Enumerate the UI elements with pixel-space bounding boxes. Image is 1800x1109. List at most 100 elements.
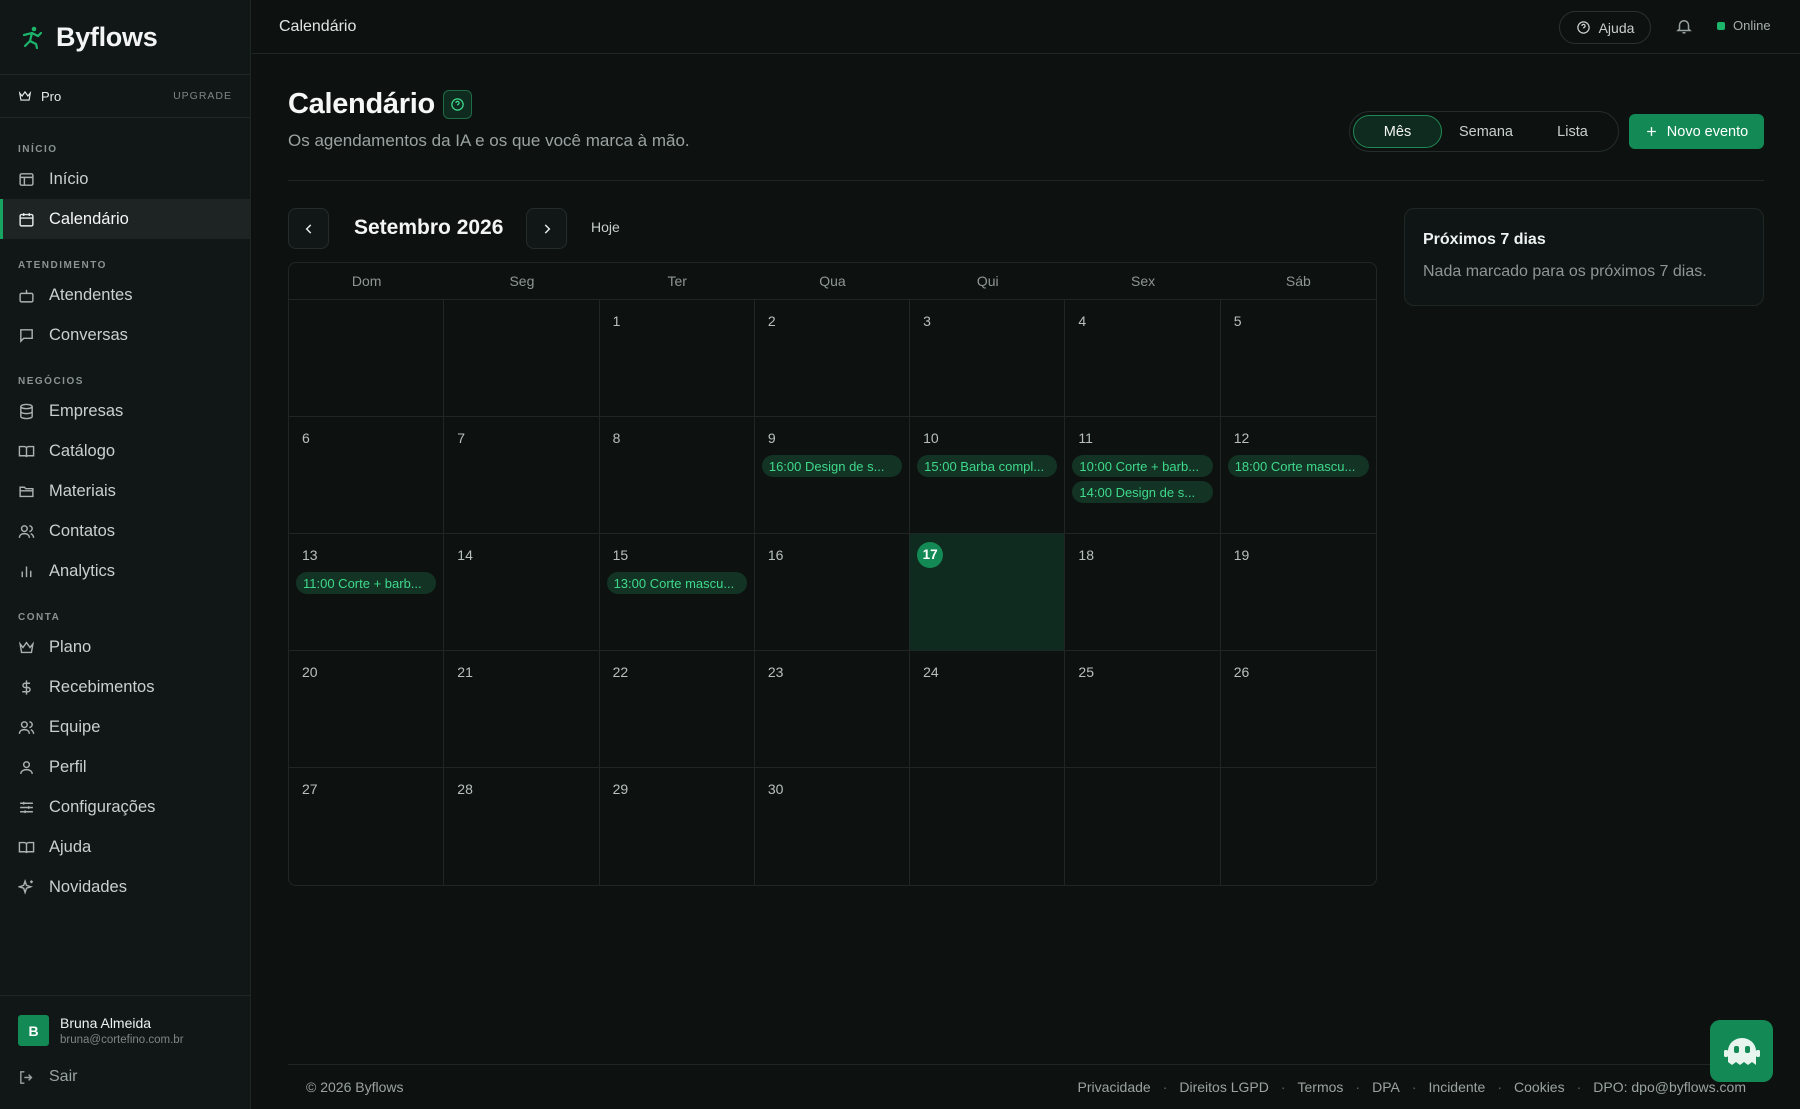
calendar-day[interactable]: 22 (599, 651, 755, 768)
notifications-button[interactable] (1675, 17, 1693, 40)
today-button[interactable]: Hoje (591, 219, 620, 235)
calendar-day[interactable]: 13 11:00 Corte + barb... (289, 534, 445, 651)
crown-icon (18, 640, 35, 653)
sidebar-item-conversas[interactable]: Conversas (0, 315, 250, 355)
day-number: 24 (923, 664, 939, 680)
plan-badge: Pro (18, 89, 61, 104)
logout-label: Sair (49, 1068, 78, 1085)
calendar-day[interactable]: 4 (1065, 300, 1221, 417)
calendar-day[interactable]: 20 (289, 651, 445, 768)
sidebar-item-perfil[interactable]: Perfil (0, 747, 250, 787)
view-list-tab[interactable]: Lista (1530, 115, 1615, 148)
day-number: 15 (612, 547, 629, 563)
separator: · (1280, 1079, 1286, 1095)
calendar-day[interactable]: 21 (444, 651, 600, 768)
calendar-event[interactable]: 15:00 Barba compl... (917, 455, 1058, 477)
calendar-day[interactable]: 28 (444, 768, 600, 885)
calendar-day-today[interactable]: 17 (910, 534, 1066, 651)
calendar-day[interactable]: 27 (289, 768, 445, 885)
user-profile[interactable]: B Bruna Almeida bruna@cortefino.com.br (0, 995, 250, 1065)
sidebar-item-catalogo[interactable]: Catálogo (0, 431, 250, 471)
sidebar-item-calendario[interactable]: Calendário (0, 199, 250, 239)
prev-month-button[interactable] (288, 208, 329, 249)
crown-icon (18, 90, 32, 101)
sidebar: Byflows Pro UPGRADE INÍCIO Início Calend… (0, 0, 251, 1109)
sidebar-item-equipe[interactable]: Equipe (0, 707, 250, 747)
weekday-label: Sex (1131, 273, 1156, 289)
calendar-day[interactable]: 12 18:00 Corte mascu... (1220, 417, 1376, 534)
day-number: 7 (457, 430, 466, 446)
brand[interactable]: Byflows (0, 0, 250, 75)
calendar-day[interactable]: 18 (1065, 534, 1221, 651)
calendar-day[interactable]: 5 (1220, 300, 1376, 417)
calendar-day[interactable]: 10 15:00 Barba compl... (910, 417, 1066, 534)
footer-link-termos[interactable]: Termos (1298, 1079, 1344, 1095)
calendar-day[interactable]: 3 (910, 300, 1066, 417)
calendar-day[interactable]: 23 (754, 651, 911, 768)
sidebar-item-configuracoes[interactable]: Configurações (0, 787, 250, 827)
sidebar-item-atendentes[interactable]: Atendentes (0, 275, 250, 315)
calendar-day[interactable]: 7 (444, 417, 600, 534)
footer-link-privacidade[interactable]: Privacidade (1078, 1079, 1151, 1095)
calendar-day[interactable]: 19 (1220, 534, 1376, 651)
sidebar-item-inicio[interactable]: Início (0, 159, 250, 199)
calendar-day[interactable]: 6 (289, 417, 445, 534)
calendar-event[interactable]: 16:00 Design de s... (761, 455, 903, 477)
view-month-tab[interactable]: Mês (1353, 115, 1442, 148)
day-number: 3 (923, 313, 931, 329)
new-event-button[interactable]: Novo evento (1629, 114, 1764, 149)
sidebar-item-empresas[interactable]: Empresas (0, 391, 250, 431)
footer-link-cookies[interactable]: Cookies (1514, 1079, 1565, 1095)
view-week-tab[interactable]: Semana (1442, 115, 1530, 148)
calendar-day[interactable]: 15 13:00 Corte mascu... (599, 534, 755, 651)
day-number: 13 (302, 547, 318, 563)
sidebar-item-label: Analytics (49, 561, 116, 580)
calendar-event[interactable]: 11:00 Corte + barb... (296, 572, 437, 594)
separator: · (1162, 1079, 1168, 1095)
plan-row[interactable]: Pro UPGRADE (0, 75, 250, 118)
calendar-day[interactable]: 2 (754, 300, 911, 417)
calendar-day[interactable]: 26 (1220, 651, 1376, 768)
calendar-day[interactable]: 29 (600, 768, 755, 885)
calendar-day[interactable]: 24 (910, 651, 1066, 768)
footer-link-incidente[interactable]: Incidente (1429, 1079, 1486, 1095)
calendar-day[interactable]: 11 10:00 Corte + barb... 14:00 Design de s… (1065, 417, 1221, 534)
sidebar-item-ajuda[interactable]: Ajuda (0, 827, 250, 867)
calendar-event[interactable]: 13:00 Corte mascu... (606, 572, 747, 594)
sidebar-item-plano[interactable]: Plano (0, 627, 250, 667)
chat-assistant-button[interactable] (1710, 1020, 1773, 1082)
new-event-label: Novo evento (1666, 123, 1749, 140)
calendar-event[interactable]: 14:00 Design de s... (1072, 481, 1213, 503)
title-help-button[interactable] (442, 90, 472, 119)
sidebar-item-materiais[interactable]: Materiais (0, 471, 250, 511)
calendar-event[interactable]: 18:00 Corte mascu... (1227, 455, 1369, 477)
sidebar-item-label: Empresas (49, 401, 124, 420)
upgrade-link[interactable]: UPGRADE (173, 90, 232, 102)
calendar-day[interactable]: 14 (444, 534, 600, 651)
sliders-icon (20, 801, 33, 813)
view-switch: Mês Semana Lista (1349, 111, 1619, 152)
day-number: 11 (1078, 430, 1093, 446)
sidebar-item-novidades[interactable]: Novidades (0, 867, 250, 907)
calendar-day[interactable]: 8 (599, 417, 755, 534)
calendar-day[interactable]: 30 (755, 768, 911, 885)
sidebar-item-analytics[interactable]: Analytics (0, 551, 250, 591)
sidebar-item-contatos[interactable]: Contatos (0, 511, 250, 551)
calendar-day[interactable]: 9 16:00 Design de s... (754, 417, 911, 534)
calendar-day-empty (444, 300, 600, 417)
sidebar-item-label: Início (49, 169, 89, 188)
calendar-day[interactable]: 1 (599, 300, 755, 417)
calendar-day[interactable]: 25 (1065, 651, 1221, 768)
sidebar-item-label: Catálogo (49, 441, 116, 460)
bot-icon (19, 289, 34, 303)
dollar-icon (22, 679, 31, 695)
calendar-day[interactable]: 16 (754, 534, 911, 651)
calendar-day-empty (1221, 768, 1376, 885)
calendar-event[interactable]: 10:00 Corte + barb... (1072, 455, 1213, 477)
logout-button[interactable]: Sair (18, 1068, 77, 1086)
help-button[interactable]: Ajuda (1559, 11, 1651, 44)
footer-link-direitos-lgpd[interactable]: Direitos LGPD (1179, 1079, 1268, 1095)
sidebar-item-recebimentos[interactable]: Recebimentos (0, 667, 250, 707)
footer-link-dpa[interactable]: DPA (1372, 1079, 1400, 1095)
next-month-button[interactable] (526, 208, 567, 249)
